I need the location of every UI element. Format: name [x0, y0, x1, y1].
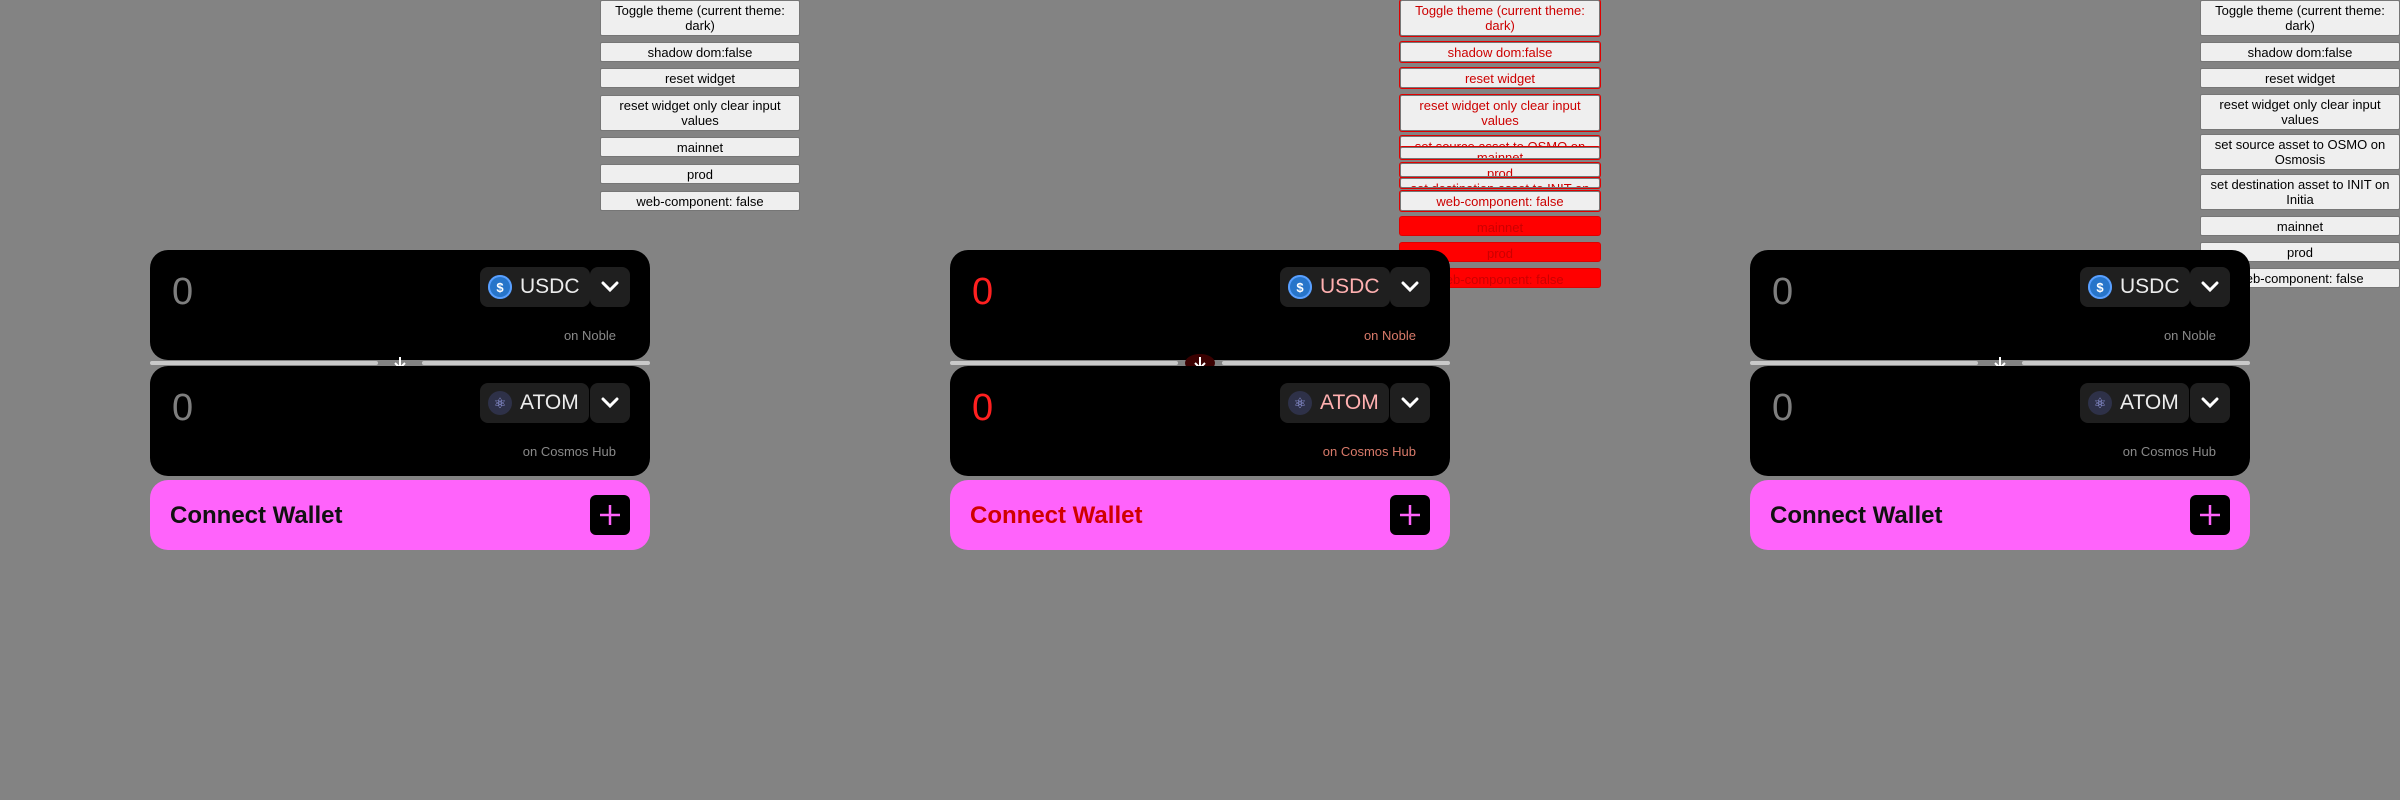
connect-wallet-label: Connect Wallet [970, 502, 1143, 529]
debug-button[interactable]: set destination asset to INIT on Initia [1400, 178, 1600, 188]
source-asset-label: USDC [2120, 275, 2180, 298]
destination-asset-label: ATOM [520, 391, 579, 414]
debug-button[interactable]: mainnet [2200, 216, 2400, 236]
debug-button[interactable]: set source asset to OSMO on Osmosis [2200, 134, 2400, 170]
divider-right [422, 361, 650, 365]
destination-asset-card: ⚛ ATOM on Cosmos Hub [950, 366, 1450, 476]
destination-asset-card: ⚛ ATOM on Cosmos Hub [1750, 366, 2250, 476]
destination-asset-dropdown[interactable] [1390, 383, 1430, 423]
debug-button[interactable]: mainnet [1400, 217, 1600, 235]
source-asset-dropdown[interactable] [2190, 267, 2230, 307]
chevron-down-icon [1401, 397, 1419, 409]
divider-right [2022, 361, 2250, 365]
destination-asset-dropdown[interactable] [2190, 383, 2230, 423]
destination-chain-label: on Cosmos Hub [2122, 444, 2216, 459]
destination-asset-dropdown[interactable] [590, 383, 630, 423]
destination-chain-label: on Cosmos Hub [522, 444, 616, 459]
source-asset-card: $ USDC on Noble [1750, 250, 2250, 360]
debug-button[interactable]: reset widget only clear input values [1400, 95, 1600, 131]
source-asset-dropdown[interactable] [590, 267, 630, 307]
destination-asset-label: ATOM [1320, 391, 1379, 414]
source-asset-card: $ USDC on Noble [150, 250, 650, 360]
atom-coin-icon: ⚛ [1288, 391, 1312, 415]
connect-wallet-button[interactable]: Connect Wallet [950, 480, 1450, 550]
destination-asset-button[interactable]: ⚛ ATOM [480, 383, 589, 423]
destination-asset-button[interactable]: ⚛ ATOM [1280, 383, 1389, 423]
debug-button[interactable]: Toggle theme (current theme: dark) [1400, 0, 1600, 36]
chevron-down-icon [2201, 397, 2219, 409]
source-chain-label: on Noble [563, 328, 616, 343]
source-asset-button[interactable]: $ USDC [2080, 267, 2190, 307]
debug-button[interactable]: Toggle theme (current theme: dark) [2200, 0, 2400, 36]
debug-button[interactable]: prod [1400, 163, 1600, 177]
chevron-down-icon [601, 281, 619, 293]
debug-button[interactable]: shadow dom:false [2200, 42, 2400, 62]
debug-button[interactable]: reset widget [2200, 68, 2400, 88]
source-asset-button[interactable]: $ USDC [480, 267, 590, 307]
widget-panel-3: Toggle theme (current theme: dark) shadow… [1600, 0, 2400, 800]
source-amount-input[interactable] [1770, 270, 2024, 315]
debug-button[interactable]: shadow dom:false [1400, 42, 1600, 62]
divider-left [150, 361, 378, 365]
widget-panel-2: Toggle theme (current theme: dark) shadow… [800, 0, 1600, 800]
connect-wallet-button[interactable]: Connect Wallet [150, 480, 650, 550]
source-asset-label: USDC [520, 275, 580, 298]
destination-amount-input[interactable] [1770, 386, 2024, 431]
destination-asset-button[interactable]: ⚛ ATOM [2080, 383, 2189, 423]
debug-button[interactable]: prod [600, 164, 800, 184]
debug-button[interactable]: reset widget [1400, 68, 1600, 88]
destination-asset-card: ⚛ ATOM on Cosmos Hub [150, 366, 650, 476]
divider-right [1222, 361, 1450, 365]
destination-chain-label: on Cosmos Hub [1322, 444, 1416, 459]
atom-coin-icon: ⚛ [2088, 391, 2112, 415]
divider-left [950, 361, 1178, 365]
plus-icon [1390, 495, 1430, 535]
debug-button[interactable]: reset widget only clear input values [600, 95, 800, 131]
plus-icon [590, 495, 630, 535]
connect-wallet-button[interactable]: Connect Wallet [1750, 480, 2250, 550]
widget-panel-1: Toggle theme (current theme: dark) shadow… [0, 0, 800, 800]
source-chain-label: on Noble [2163, 328, 2216, 343]
debug-button[interactable]: reset widget [600, 68, 800, 88]
debug-button[interactable]: shadow dom:false [600, 42, 800, 62]
source-amount-input[interactable] [170, 270, 424, 315]
chevron-down-icon [2201, 281, 2219, 293]
debug-button[interactable]: set destination asset to INIT on Initia [2200, 174, 2400, 210]
connect-wallet-label: Connect Wallet [170, 502, 343, 529]
source-asset-card: $ USDC on Noble [950, 250, 1450, 360]
atom-coin-icon: ⚛ [488, 391, 512, 415]
debug-button[interactable]: Toggle theme (current theme: dark) [600, 0, 800, 36]
chevron-down-icon [1401, 281, 1419, 293]
usdc-coin-icon: $ [2088, 275, 2112, 299]
debug-button[interactable]: mainnet [1400, 147, 1600, 159]
destination-amount-input[interactable] [970, 386, 1224, 431]
source-amount-input[interactable] [970, 270, 1224, 315]
usdc-coin-icon: $ [1288, 275, 1312, 299]
destination-amount-input[interactable] [170, 386, 424, 431]
debug-button[interactable]: web-component: false [1400, 191, 1600, 211]
source-asset-dropdown[interactable] [1390, 267, 1430, 307]
source-chain-label: on Noble [1363, 328, 1416, 343]
source-asset-label: USDC [1320, 275, 1380, 298]
chevron-down-icon [601, 397, 619, 409]
usdc-coin-icon: $ [488, 275, 512, 299]
connect-wallet-label: Connect Wallet [1770, 502, 1943, 529]
debug-button[interactable]: mainnet [600, 137, 800, 157]
source-asset-button[interactable]: $ USDC [1280, 267, 1390, 307]
plus-icon [2190, 495, 2230, 535]
debug-button[interactable]: web-component: false [600, 191, 800, 211]
debug-button[interactable]: reset widget only clear input values [2200, 94, 2400, 130]
divider-left [1750, 361, 1978, 365]
destination-asset-label: ATOM [2120, 391, 2179, 414]
